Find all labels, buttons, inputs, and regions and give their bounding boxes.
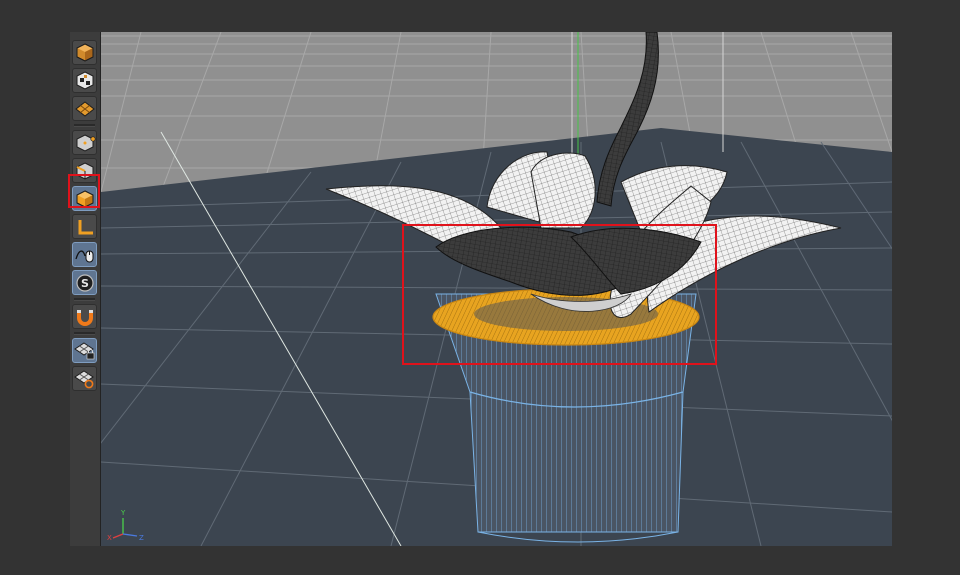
snap-button[interactable]	[72, 304, 97, 329]
cube-edges-icon	[76, 162, 94, 180]
grid-plane-icon	[75, 101, 95, 117]
polygons-mode-button[interactable]	[72, 186, 97, 211]
magnet-icon	[77, 310, 93, 326]
solo-mode-button[interactable]: S	[72, 270, 97, 295]
s-badge-icon: S	[76, 274, 94, 292]
edges-mode-button[interactable]	[72, 158, 97, 183]
mouse-spline-icon	[75, 250, 94, 263]
cinema4d-editor: S Y X Z	[68, 32, 892, 546]
checker-cube-icon	[76, 71, 94, 90]
cube-polygons-icon	[76, 190, 94, 208]
cube-icon	[76, 43, 94, 62]
toolbar-separator	[74, 332, 95, 335]
grid-lock-icon	[74, 342, 95, 360]
mode-toolbar: S	[68, 32, 101, 546]
toolbar-separator	[74, 298, 95, 301]
toolbar-separator	[74, 124, 95, 127]
axis-label-x: X	[107, 534, 112, 542]
axis-icon	[78, 220, 93, 235]
3d-viewport[interactable]: Y X Z	[101, 32, 892, 546]
planar-workplane-button[interactable]	[72, 366, 97, 391]
axis-label-y: Y	[120, 509, 126, 517]
workplane-mode-button[interactable]	[72, 96, 97, 121]
locked-workplane-button[interactable]	[72, 338, 97, 363]
axis-gizmo: Y X Z	[107, 509, 144, 542]
viewport-canvas	[101, 32, 892, 546]
svg-text:S: S	[81, 277, 89, 290]
axis-mode-button[interactable]	[72, 214, 97, 239]
points-mode-button[interactable]	[72, 130, 97, 155]
grid-refresh-icon	[74, 370, 94, 389]
cube-points-icon	[76, 134, 96, 152]
texture-mode-button[interactable]	[72, 68, 97, 93]
tweak-mode-button[interactable]	[72, 242, 97, 267]
axis-label-z: Z	[139, 534, 144, 542]
model-mode-button[interactable]	[72, 40, 97, 65]
